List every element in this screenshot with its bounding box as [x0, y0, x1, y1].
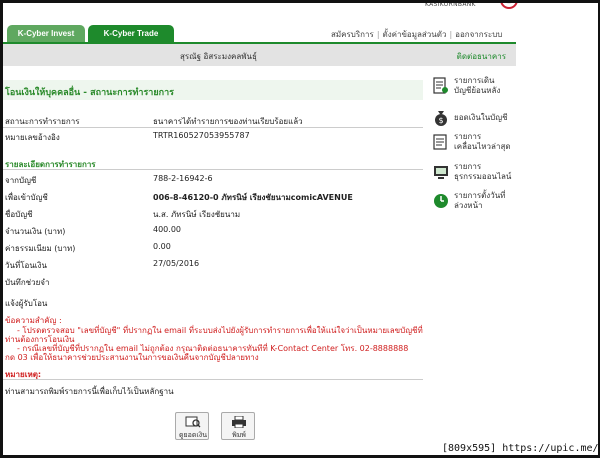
detail-label: เพื่อเข้าบัญชี [5, 193, 48, 202]
detail-value: 006-8-46120-0 ภัทรนิษ์ เรียงชัยนามcomicA… [153, 193, 353, 202]
user-bar: สุรณัฐ อิสระมงคลพันธุ์ ติดต่อธนาคาร [3, 44, 516, 66]
side-menu-item-label: รายการ ธุรกรรมออนไลน์ [454, 162, 512, 181]
side-menu-item-label: ยอดเงินในบัญชี [454, 113, 508, 122]
logout-link[interactable]: ออกจากระบบ [455, 30, 502, 39]
watermark: [809x595] https://upic.me/ [442, 443, 599, 454]
detail-value: 788-2-16942-6 [153, 174, 213, 183]
view-balance-label: ดูยอดเงิน [179, 431, 207, 439]
user-name: สุรณัฐ อิสระมงคลพันธุ์ [180, 52, 257, 61]
detail-label: ค่าธรรมเนียม (บาท) [5, 244, 76, 253]
top-links: สมัครบริการ | ตั้งค่าข้อมูลส่วนตัว | ออกจากร… [331, 28, 502, 41]
reference-label: หมายเลขอ้างอิง [5, 133, 60, 142]
link-separator: | [376, 30, 380, 39]
top-bar: KASIKORNBANK [3, 1, 598, 25]
online-transactions-icon [433, 163, 449, 181]
reference-row: หมายเลขอ้างอิง TRTR160527053955787 [5, 131, 415, 145]
detail-row: เพื่อเข้าบัญชี 006-8-46120-0 ภัทรนิษ์ เร… [5, 191, 415, 205]
browser-frame: KASIKORNBANK K-Cyber Invest K-Cyber Trad… [0, 0, 600, 458]
divider [3, 379, 423, 380]
print-label: พิมพ์ [232, 431, 246, 439]
link-separator: | [449, 30, 453, 39]
view-balance-icon [185, 416, 201, 428]
print-button[interactable]: พิมพ์ [221, 412, 255, 440]
important-line: - โปรดตรวจสอบ "เลขที่บัญชี" ที่ปรากฏใน e… [17, 326, 423, 335]
detail-row: ชื่อบัญชี น.ส. ภัทรนิษ์ เรียงชัยนาม [5, 208, 415, 222]
recent-transactions-icon [433, 133, 449, 151]
contact-bank-link[interactable]: ติดต่อธนาคาร [457, 50, 506, 63]
detail-label: วันที่โอนเงิน [5, 261, 47, 270]
side-menu-item-balance[interactable]: $ ยอดเงินในบัญชี [433, 107, 523, 131]
view-balance-button[interactable]: ดูยอดเงิน [175, 412, 209, 440]
important-line: กด 03 เพื่อให้ธนาคารช่วยประสานงานในการขอ… [5, 353, 259, 362]
page-title: โอนเงินให้บุคคลอื่น - สถานะการทำรายการ [5, 88, 174, 98]
money-bag-icon: $ [433, 109, 449, 127]
side-menu-item-label: รายการ เคลื่อนไหวล่าสุด [454, 132, 511, 151]
notify-recipient-label: แจ้งผู้รับโอน [5, 299, 48, 308]
detail-row: จากบัญชี 788-2-16942-6 [5, 174, 415, 188]
detail-label: จากบัญชี [5, 176, 37, 185]
side-menu-item-label: รายการตั้งวันที่ ล่วงหน้า [454, 191, 506, 210]
detail-value: 0.00 [153, 242, 171, 251]
side-menu-item-label: รายการเดิน บัญชีย้อนหลัง [454, 76, 501, 95]
tab-k-cyber-trade[interactable]: K-Cyber Trade [88, 25, 174, 42]
detail-row: วันที่โอนเงิน 27/05/2016 [5, 259, 415, 273]
note-text: ท่านสามารถพิมพ์รายการนี้เพื่อเก็บไว้เป็น… [5, 387, 174, 396]
divider [3, 169, 423, 170]
bank-name: KASIKORNBANK [425, 1, 476, 8]
clock-icon [433, 192, 449, 210]
detail-row: จำนวนเงิน (บาท) 400.00 [5, 225, 415, 239]
svg-text:$: $ [438, 116, 443, 125]
statement-icon [433, 77, 449, 95]
detail-value: น.ส. ภัทรนิษ์ เรียงชัยนาม [153, 210, 241, 219]
detail-value: 400.00 [153, 225, 181, 234]
side-menu-item-online[interactable]: รายการ ธุรกรรมออนไลน์ [433, 161, 523, 185]
detail-value: 27/05/2016 [153, 259, 200, 268]
settings-link[interactable]: ตั้งค่าข้อมูลส่วนตัว [383, 30, 447, 39]
detail-row: ค่าธรรมเนียม (บาท) 0.00 [5, 242, 415, 256]
side-menu-item-scheduled[interactable]: รายการตั้งวันที่ ล่วงหน้า [433, 190, 523, 214]
detail-label: จำนวนเงิน (บาท) [5, 227, 66, 236]
page-title-bar: โอนเงินให้บุคคลอื่น - สถานะการทำรายการ [3, 80, 423, 100]
divider [3, 127, 423, 128]
detail-label: ชื่อบัญชี [5, 210, 33, 219]
detail-row: บันทึกช่วยจำ [5, 276, 415, 290]
detail-label: บันทึกช่วยจำ [5, 278, 50, 287]
side-menu-item-recent[interactable]: รายการ เคลื่อนไหวล่าสุด [433, 131, 523, 155]
reference-value: TRTR160527053955787 [153, 131, 250, 140]
side-menu-item-statement[interactable]: รายการเดิน บัญชีย้อนหลัง [433, 75, 523, 99]
register-link[interactable]: สมัครบริการ [331, 30, 374, 39]
tab-k-cyber-invest[interactable]: K-Cyber Invest [7, 25, 85, 42]
bank-logo-icon [500, 3, 518, 9]
printer-icon [231, 415, 247, 429]
